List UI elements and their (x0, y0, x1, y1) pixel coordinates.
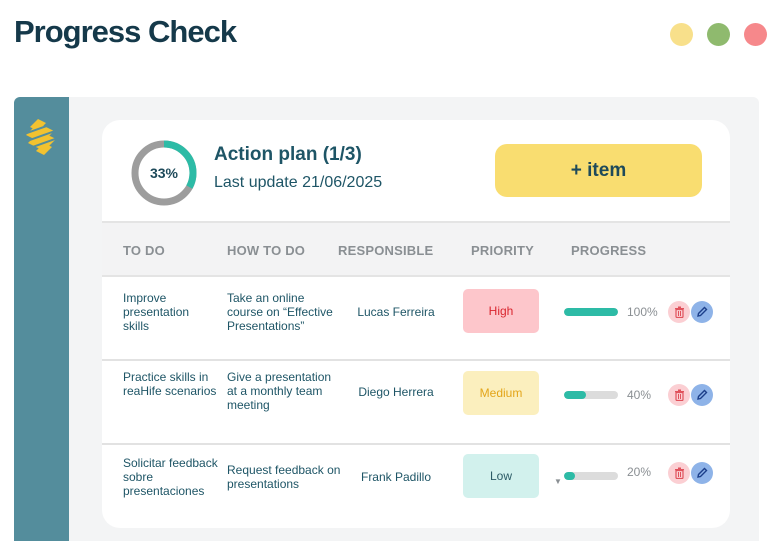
progress-percent-label: 100% (627, 305, 658, 319)
how-cell: Request feedback on presentations (227, 463, 341, 491)
how-cell: Take an online course on “Effective Pres… (227, 291, 333, 333)
header-responsible: RESPONSIBLE (338, 243, 434, 258)
delete-button[interactable] (668, 384, 690, 406)
header-todo: TO DO (123, 243, 165, 258)
close-dot[interactable] (744, 23, 767, 46)
how-cell: Give a presentation at a monthly team me… (227, 370, 332, 412)
sidebar (14, 97, 69, 541)
trash-icon (674, 306, 684, 318)
delete-button[interactable] (668, 462, 690, 484)
priority-badge: Medium (463, 371, 539, 415)
pencil-icon (697, 389, 708, 400)
header-progress: PROGRESS (571, 243, 647, 258)
stripes-logo-icon[interactable] (24, 117, 58, 157)
progress-fill (564, 391, 586, 399)
header-priority: PRIORITY (471, 243, 534, 258)
pencil-icon (697, 467, 708, 478)
action-plan-card: 33% Action plan (1/3) Last update 21/06/… (102, 120, 730, 528)
progress-percent-label: 20% (627, 465, 652, 479)
maximize-dot[interactable] (707, 23, 730, 46)
table-row: Improve presentation skills Take an onli… (102, 277, 730, 361)
progress-bar (564, 472, 618, 480)
edit-button[interactable] (691, 384, 713, 406)
table-row: Practice skills in reaHife scenarios Giv… (102, 361, 730, 445)
app-panel: 33% Action plan (1/3) Last update 21/06/… (14, 97, 759, 541)
add-item-button[interactable]: + item (495, 144, 702, 197)
edit-button[interactable] (691, 301, 713, 323)
window-controls (670, 23, 767, 46)
trash-icon (674, 467, 684, 479)
priority-badge: High (463, 289, 539, 333)
responsible-cell: Frank Padillo (360, 470, 432, 484)
progress-bar (564, 391, 618, 399)
todo-cell: Improve presentation skills (123, 291, 190, 333)
edit-button[interactable] (691, 462, 713, 484)
progress-fill (564, 308, 618, 316)
priority-badge: Low (463, 454, 539, 498)
plan-title: Action plan (1/3) (214, 144, 362, 165)
table-header: TO DO HOW TO DO RESPONSIBLE PRIORITY PRO… (102, 221, 730, 277)
header-how-to-do: HOW TO DO (227, 243, 306, 258)
responsible-cell: Diego Herrera (358, 385, 434, 399)
progress-percent-label: 40% (627, 388, 652, 402)
responsible-cell: Lucas Ferreira (357, 305, 435, 319)
progress-fill (564, 472, 575, 480)
progress-bar (564, 308, 618, 316)
todo-cell: Solicitar feedback sobre presentaciones (123, 456, 218, 498)
caret-down-icon: ▼ (554, 477, 562, 486)
progress-percent: 33% (149, 165, 179, 181)
delete-button[interactable] (668, 301, 690, 323)
todo-cell: Practice skills in reaHife scenarios (123, 370, 217, 398)
page-title: Progress Check (14, 14, 237, 49)
pencil-icon (697, 306, 708, 317)
table-row: Solicitar feedback sobre presentaciones … (102, 445, 730, 528)
trash-icon (674, 389, 684, 401)
last-update: Last update 21/06/2025 (214, 174, 383, 191)
minimize-dot[interactable] (670, 23, 693, 46)
